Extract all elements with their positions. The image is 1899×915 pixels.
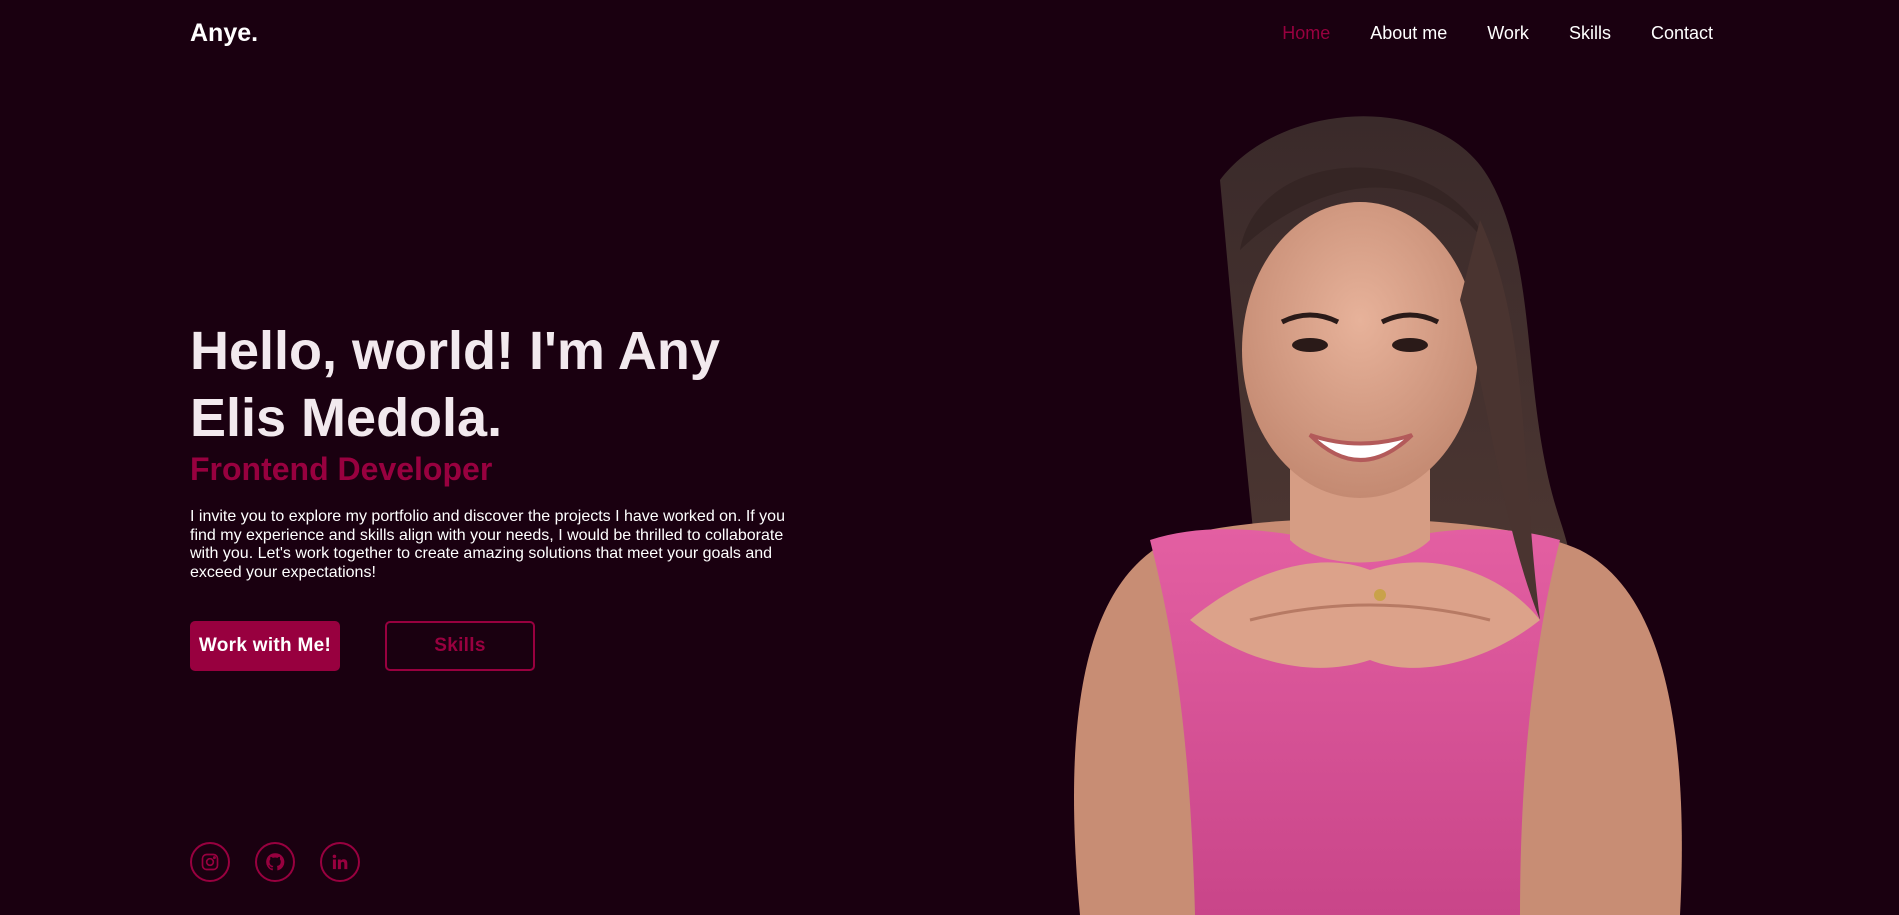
skills-button[interactable]: Skills [385, 621, 535, 671]
github-link[interactable] [255, 842, 295, 882]
main-nav: Home About me Work Skills Contact [1282, 22, 1713, 44]
portfolio-page: Anye. Home About me Work Skills Contact … [0, 0, 1899, 915]
github-icon [266, 853, 285, 871]
nav-item-home[interactable]: Home [1282, 22, 1330, 44]
hero-role: Frontend Developer [190, 451, 493, 487]
site-logo[interactable]: Anye. [190, 19, 258, 48]
linkedin-link[interactable] [320, 842, 360, 882]
nav-item-skills[interactable]: Skills [1569, 22, 1611, 44]
linkedin-icon [332, 854, 348, 870]
work-with-me-button[interactable]: Work with Me! [190, 621, 340, 671]
profile-photo [1074, 116, 1682, 915]
hero-description: I invite you to explore my portfolio and… [190, 508, 785, 581]
social-links [190, 842, 360, 882]
nav-item-about-me[interactable]: About me [1370, 22, 1447, 44]
hero-title: Hello, world! I'm Any Elis Medola. [190, 321, 720, 448]
nav-item-work[interactable]: Work [1487, 22, 1529, 44]
instagram-link[interactable] [190, 842, 230, 882]
instagram-icon [201, 853, 219, 871]
nav-item-contact[interactable]: Contact [1651, 22, 1713, 44]
